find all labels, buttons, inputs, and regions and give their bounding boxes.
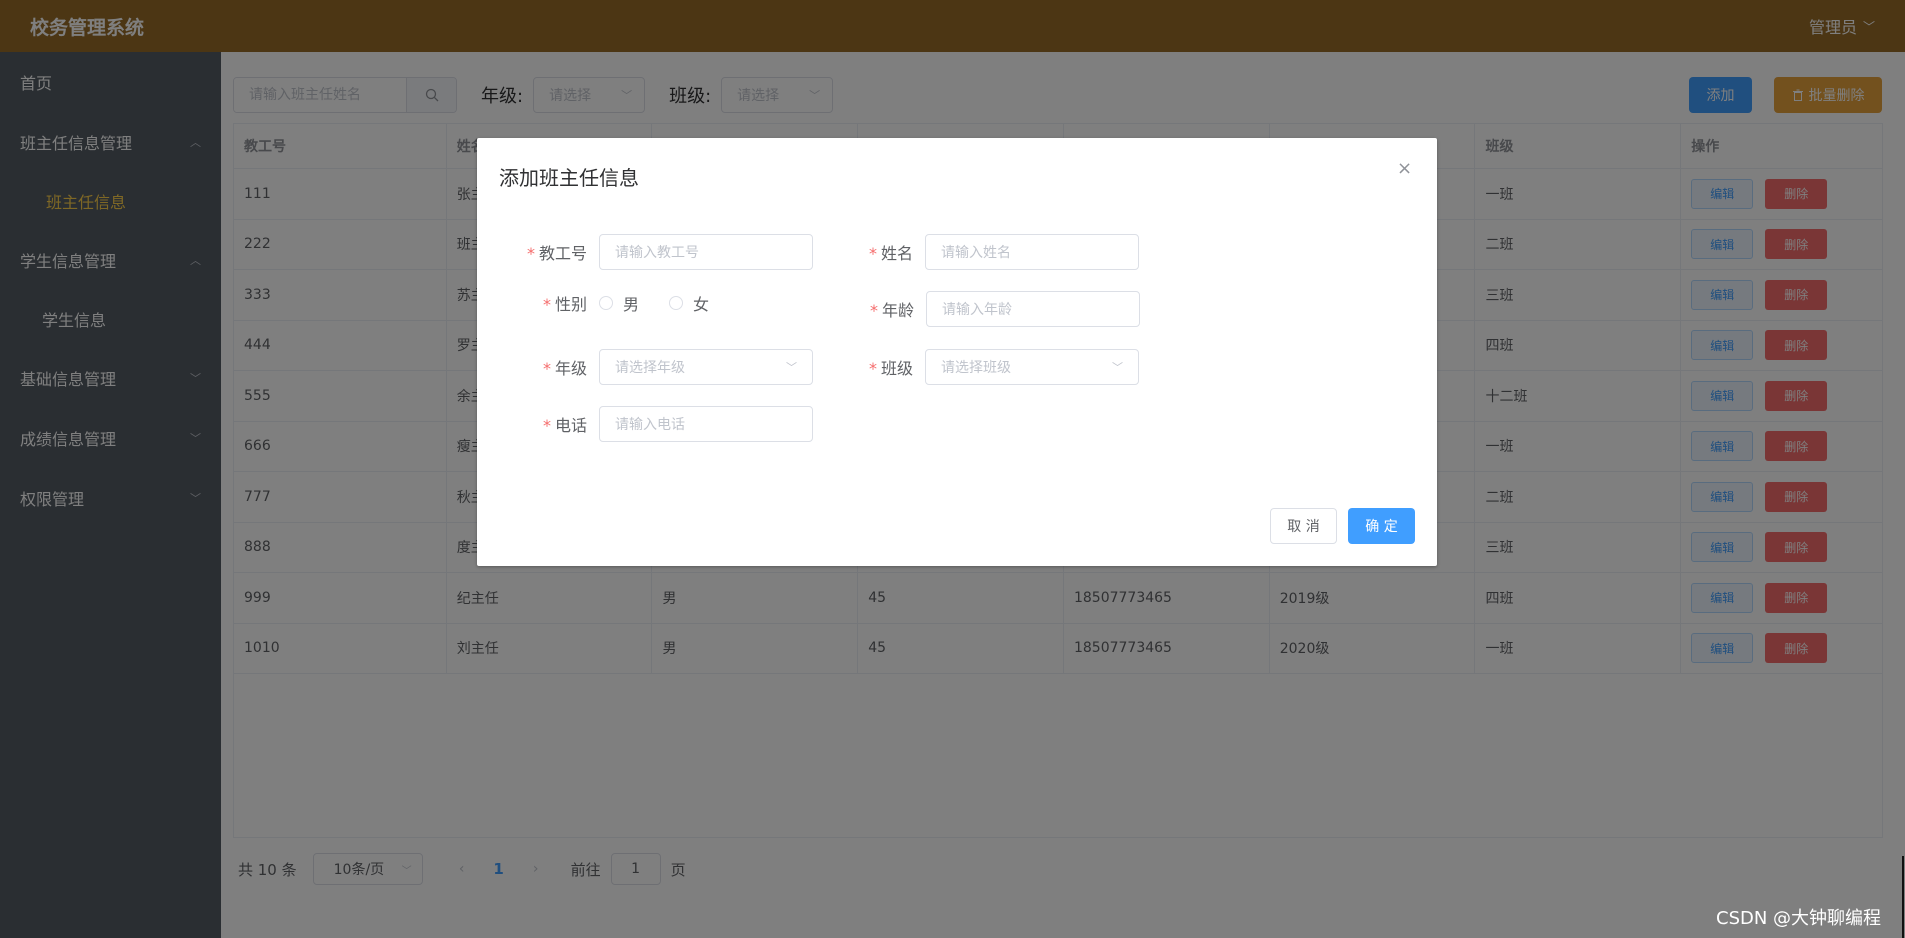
gender-radio-group: 男 女 bbox=[599, 291, 709, 315]
gender-radio-female[interactable]: 女 bbox=[669, 291, 709, 315]
form-item-age: * 年龄 请输入年龄 bbox=[826, 291, 1140, 327]
form-item-phone: * 电话 请输入电话 bbox=[499, 406, 813, 442]
teacher-id-placeholder: 请输入教工号 bbox=[615, 245, 699, 261]
cancel-button[interactable]: 取 消 bbox=[1270, 508, 1337, 544]
required-asterisk: * bbox=[868, 244, 877, 263]
form-label: * 班级 bbox=[868, 359, 913, 378]
grade-select[interactable]: 请选择年级 ﹀ bbox=[599, 349, 813, 385]
required-asterisk: * bbox=[542, 359, 551, 378]
chevron-down-icon: ﹀ bbox=[1112, 361, 1123, 374]
form-label: * 电话 bbox=[542, 416, 587, 435]
required-asterisk: * bbox=[526, 244, 535, 263]
required-asterisk: * bbox=[869, 301, 878, 320]
phone-input[interactable]: 请输入电话 bbox=[599, 406, 813, 442]
teacher-id-input[interactable]: 请输入教工号 bbox=[599, 234, 813, 270]
radio-circle bbox=[599, 296, 613, 310]
form-item-class: * 班级 请选择班级 ﹀ bbox=[825, 349, 1139, 385]
form-label: * 性别 bbox=[542, 295, 587, 314]
add-teacher-dialog: 添加班主任信息 × * 教工号 请输入教工号 * 姓名 请输入姓名 * 性别 男 女 … bbox=[477, 138, 1437, 566]
class-select[interactable]: 请选择班级 ﹀ bbox=[925, 349, 1139, 385]
confirm-button[interactable]: 确 定 bbox=[1348, 508, 1415, 544]
gender-radio-male[interactable]: 男 bbox=[599, 291, 639, 315]
close-icon[interactable]: × bbox=[1397, 158, 1412, 179]
name-placeholder: 请输入姓名 bbox=[941, 245, 1011, 261]
grade-placeholder: 请选择年级 bbox=[615, 360, 685, 376]
required-asterisk: * bbox=[542, 295, 551, 314]
required-asterisk: * bbox=[542, 416, 551, 435]
dialog-title: 添加班主任信息 bbox=[499, 166, 639, 190]
form-item-teacher-id: * 教工号 请输入教工号 bbox=[499, 234, 813, 270]
form-label: * 教工号 bbox=[526, 244, 587, 263]
form-item-name: * 姓名 请输入姓名 bbox=[825, 234, 1139, 270]
phone-placeholder: 请输入电话 bbox=[615, 417, 685, 433]
divider bbox=[1902, 856, 1904, 938]
radio-circle bbox=[669, 296, 684, 310]
form-item-grade: * 年级 请选择年级 ﹀ bbox=[499, 349, 813, 385]
age-placeholder: 请输入年龄 bbox=[942, 302, 1012, 318]
class-placeholder: 请选择班级 bbox=[941, 360, 1011, 376]
name-input[interactable]: 请输入姓名 bbox=[925, 234, 1139, 270]
form-label: * 年级 bbox=[542, 359, 587, 378]
form-item-gender: * 性别 男 女 bbox=[499, 291, 709, 315]
form-label: * 年龄 bbox=[869, 301, 914, 320]
chevron-down-icon: ﹀ bbox=[786, 361, 797, 374]
age-input[interactable]: 请输入年龄 bbox=[926, 291, 1140, 327]
form-label: * 姓名 bbox=[868, 244, 913, 263]
required-asterisk: * bbox=[868, 359, 877, 378]
watermark: CSDN @大钟聊编程 bbox=[1716, 908, 1882, 929]
